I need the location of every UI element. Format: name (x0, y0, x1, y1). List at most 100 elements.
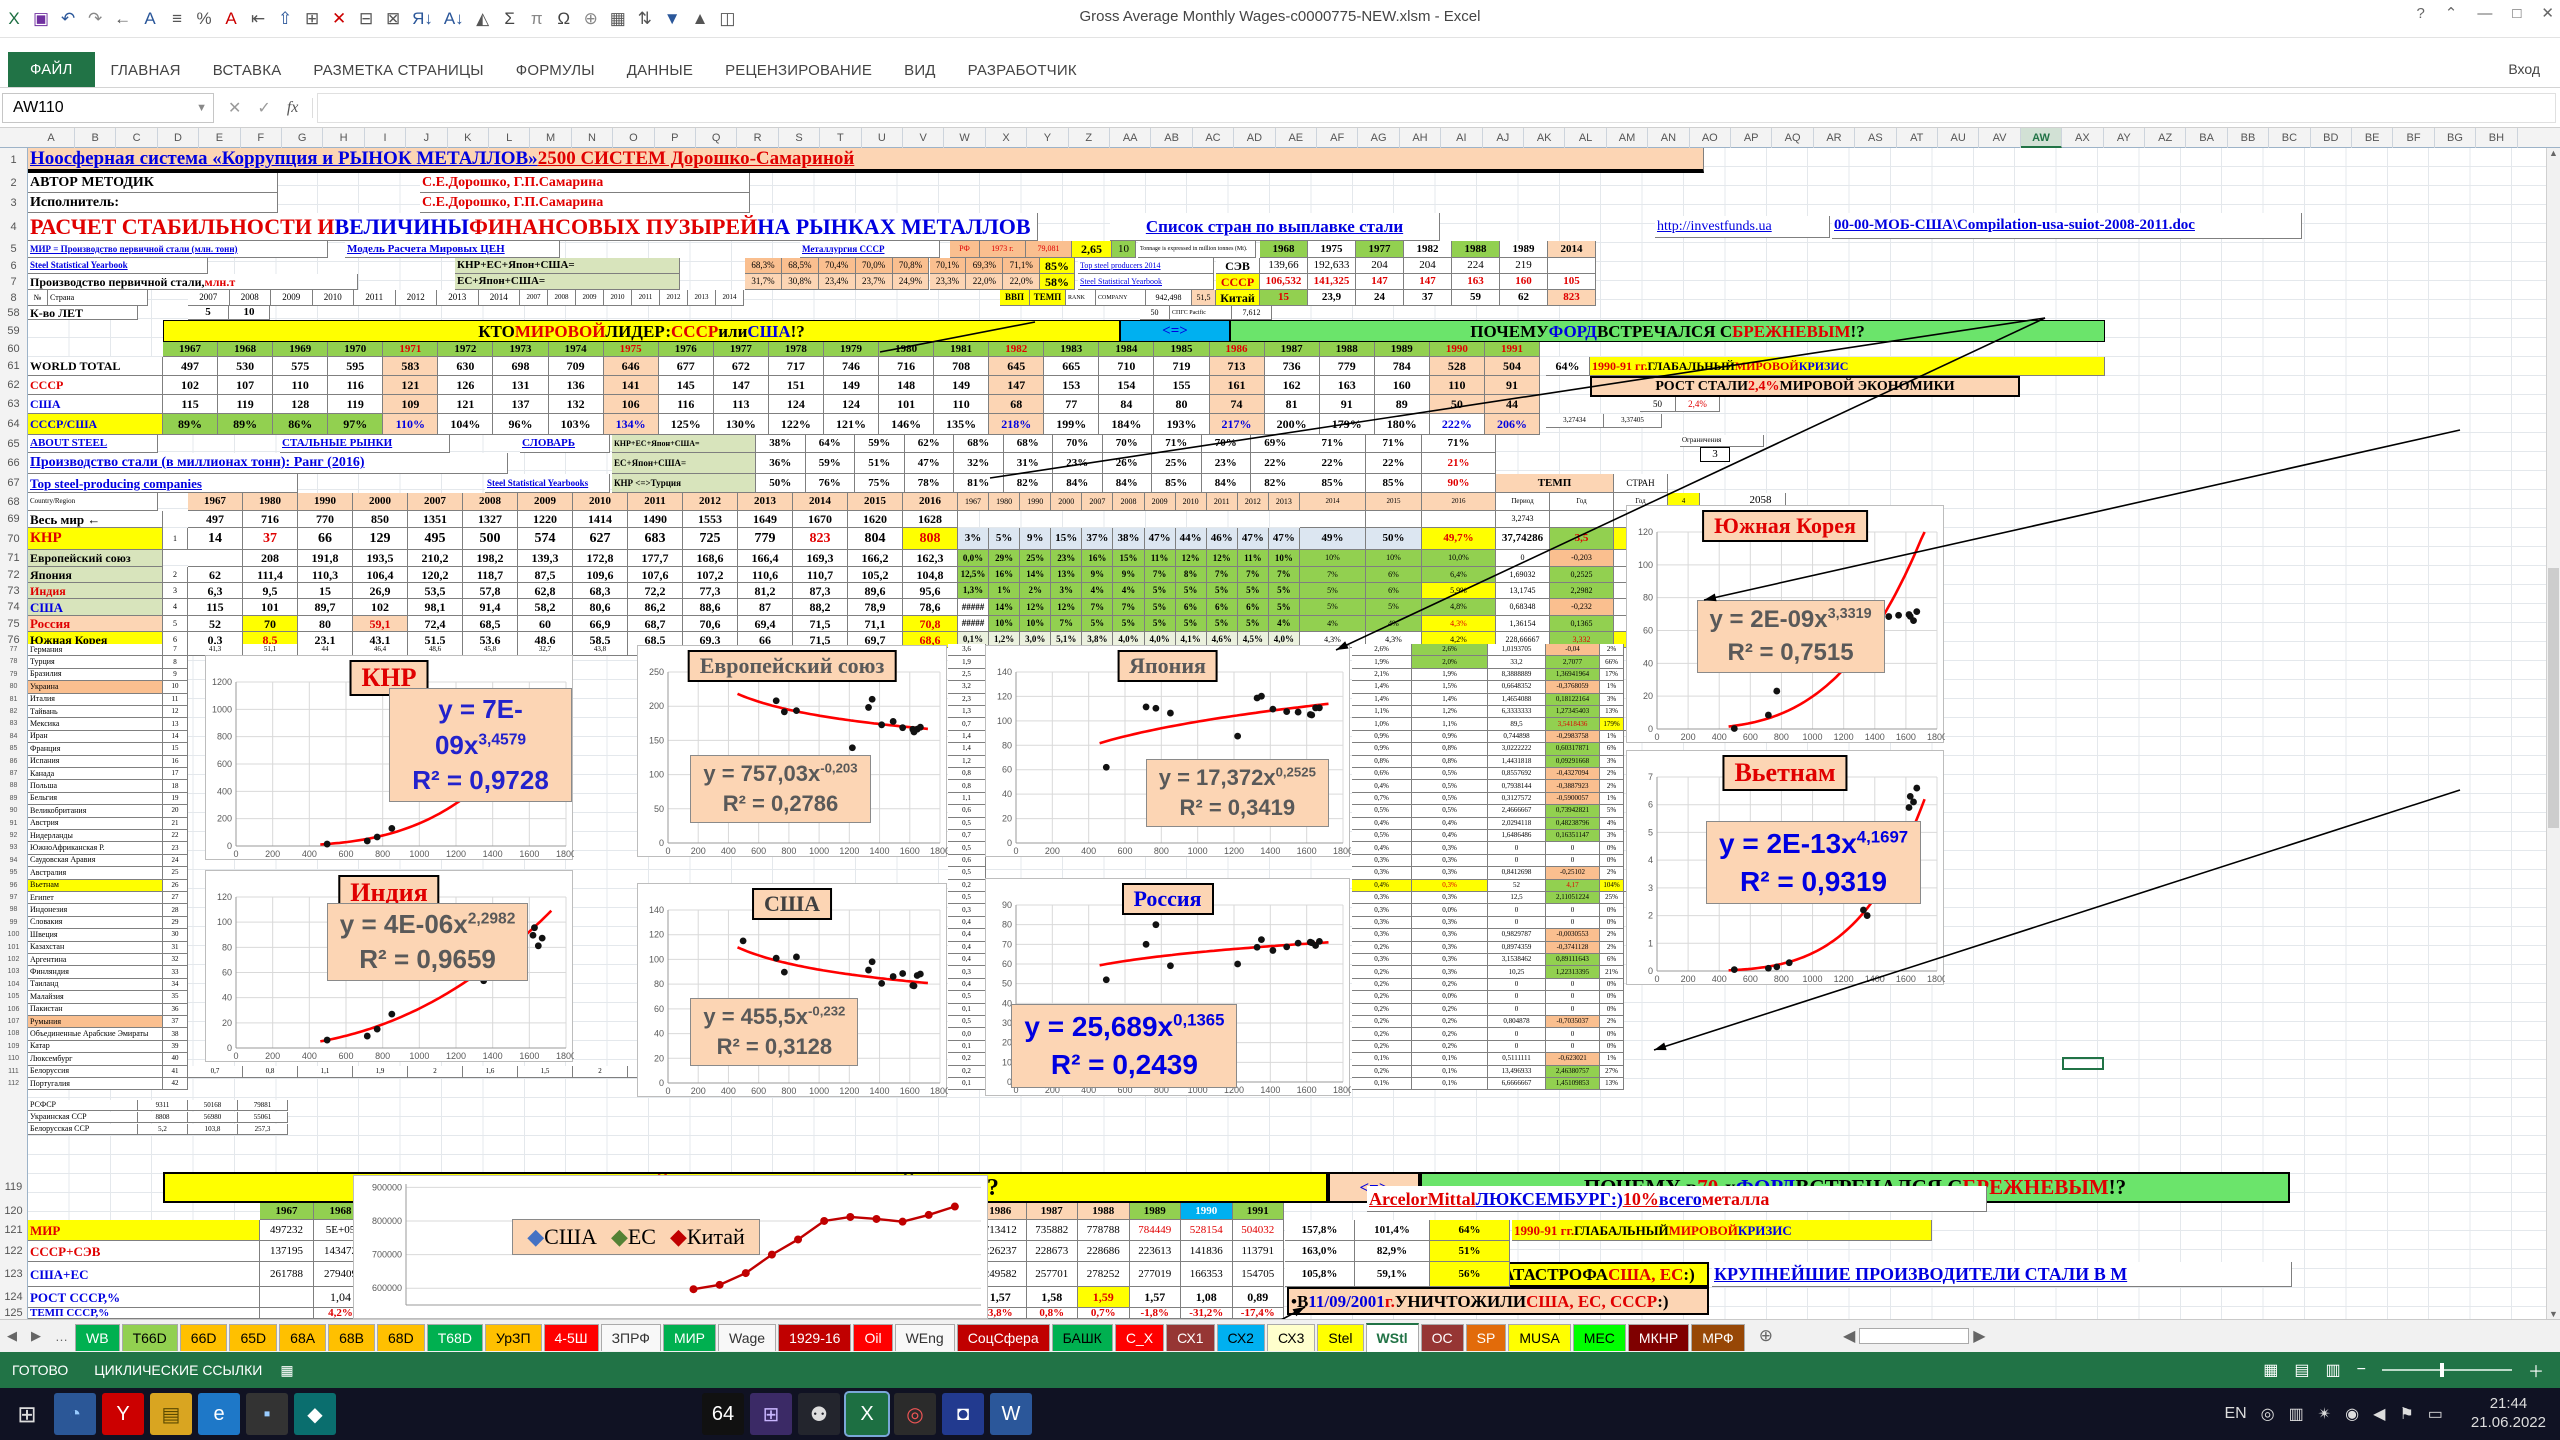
about-steel[interactable]: ABOUT STEEL (28, 435, 158, 453)
row-header-59[interactable]: 59 (0, 320, 27, 342)
column-header-U[interactable]: U (862, 128, 903, 148)
sheet-tab-СХ3[interactable]: СХ3 (1267, 1324, 1315, 1351)
sheet-tab-65D[interactable]: 65D (229, 1324, 277, 1351)
ssy2[interactable]: Steel Statistical Yearbook (1078, 274, 1214, 290)
sheet-tab-4-5Ш[interactable]: 4-5Ш (544, 1324, 599, 1351)
column-header-I[interactable]: I (365, 128, 406, 148)
column-header-AD[interactable]: AD (1234, 128, 1275, 148)
sheet-tab-1929-16[interactable]: 1929-16 (778, 1324, 851, 1351)
row-header-125[interactable]: 125 (0, 1308, 27, 1319)
column-headers[interactable]: ABCDEFGHIJKLMNOPQRSTUVWXYZAAABACADAEAFAG… (0, 128, 2560, 148)
tray-icon[interactable]: ✴ (2318, 1404, 2331, 1424)
row-header-74[interactable]: 74 (0, 599, 27, 616)
row-header-71[interactable]: 71 (0, 550, 27, 567)
sheet-tab-68D[interactable]: 68D (377, 1324, 425, 1351)
row-header-62[interactable]: 62 (0, 376, 27, 395)
zoom-slider-thumb[interactable] (2440, 1363, 2444, 1377)
row-header-58[interactable]: 58 (0, 306, 27, 320)
ribbon-tab-РЕЦЕНЗИРОВАНИЕ[interactable]: РЕЦЕНЗИРОВАНИЕ (709, 54, 888, 87)
row-header-80[interactable]: 80 (0, 681, 27, 693)
language-indicator[interactable]: EN (2224, 1405, 2246, 1423)
column-header-AC[interactable]: AC (1193, 128, 1234, 148)
column-header-A[interactable]: A (28, 128, 75, 148)
sheet-tab-WEng[interactable]: WEng (895, 1324, 955, 1351)
active-cell[interactable] (2062, 1057, 2104, 1070)
row-header-89[interactable]: 89 (0, 793, 27, 805)
sheet-tab-МИР[interactable]: МИР (663, 1324, 716, 1351)
row-header-88[interactable]: 88 (0, 780, 27, 792)
column-header-C[interactable]: C (116, 128, 157, 148)
minimize-button[interactable]: — (2477, 5, 2492, 22)
row-headers[interactable]: 1234567858596061626364656667686970717273… (0, 148, 28, 1319)
ribbon-tab-РАЗМЕТКА СТРАНИЦЫ[interactable]: РАЗМЕТКА СТРАНИЦЫ (297, 54, 499, 87)
row-header-108[interactable]: 108 (0, 1028, 27, 1040)
ribbon-tab-ФОРМУЛЫ[interactable]: ФОРМУЛЫ (500, 54, 611, 87)
row-header-63[interactable]: 63 (0, 395, 27, 414)
sheet-tab-68B[interactable]: 68B (328, 1324, 375, 1351)
column-header-AL[interactable]: AL (1565, 128, 1606, 148)
formula-input[interactable] (317, 93, 2556, 123)
row-header-92[interactable]: 92 (0, 830, 27, 842)
sheet-tab-СоцСфера[interactable]: СоцСфера (957, 1324, 1050, 1351)
column-header-P[interactable]: P (655, 128, 696, 148)
row-header-8[interactable]: 8 (0, 290, 27, 306)
row-header-79[interactable]: 79 (0, 669, 27, 681)
column-header-AJ[interactable]: AJ (1483, 128, 1524, 148)
sheet-tab-WB[interactable]: WB (75, 1324, 120, 1351)
column-header-V[interactable]: V (903, 128, 944, 148)
ssy1[interactable]: Steel Statistical Yearbook (28, 258, 208, 274)
sign-in[interactable]: Вход (2508, 61, 2540, 77)
row-header-120[interactable]: 120 (0, 1203, 27, 1220)
column-header-AO[interactable]: AO (1690, 128, 1731, 148)
column-header-AR[interactable]: AR (1814, 128, 1855, 148)
column-header-H[interactable]: H (323, 128, 364, 148)
column-header-BB[interactable]: BB (2228, 128, 2269, 148)
row-header-109[interactable]: 109 (0, 1041, 27, 1053)
clock[interactable]: 21:4421.06.2022 (2471, 1395, 2546, 1433)
ssy3[interactable]: Steel Statistical Yearbooks (485, 474, 610, 493)
zoom-slider[interactable] (2382, 1369, 2512, 1371)
st-rynki[interactable]: СТАЛЬНЫЕ РЫНКИ (280, 435, 450, 453)
taskbar-app-icon[interactable]: ◎ (894, 1393, 936, 1435)
column-header-BH[interactable]: BH (2476, 128, 2517, 148)
taskbar-app-icon[interactable]: Y (102, 1393, 144, 1435)
taskbar-app-icon[interactable]: 64 (702, 1393, 744, 1435)
formula-btn-icon[interactable]: ✓ (257, 98, 270, 118)
column-header-AZ[interactable]: AZ (2145, 128, 2186, 148)
model[interactable]: Модель Расчета Мировых ЦЕН (345, 241, 560, 258)
column-header-AE[interactable]: AE (1276, 128, 1317, 148)
column-header-AN[interactable]: AN (1648, 128, 1689, 148)
sheet-tab-С_Х[interactable]: С_Х (1115, 1324, 1164, 1351)
vertical-scrollbar-thumb[interactable] (2548, 568, 2559, 828)
url1[interactable]: http://investfunds.ua (1655, 216, 1830, 238)
row-header-61[interactable]: 61 (0, 357, 27, 376)
column-header-M[interactable]: M (530, 128, 571, 148)
tray-icon[interactable]: ⚑ (2399, 1404, 2413, 1424)
column-header-AP[interactable]: AP (1731, 128, 1772, 148)
column-header-B[interactable]: B (75, 128, 116, 148)
tray-icon[interactable]: ◎ (2261, 1404, 2275, 1424)
column-header-X[interactable]: X (986, 128, 1027, 148)
top2014[interactable]: Top steel producers 2014 (1078, 258, 1214, 274)
view-mode-icon[interactable]: ▤ (2294, 1360, 2309, 1380)
taskbar-app-icon[interactable]: X (846, 1393, 888, 1435)
row-header-110[interactable]: 110 (0, 1053, 27, 1065)
close-button[interactable]: ✕ (2541, 4, 2554, 22)
row-header-105[interactable]: 105 (0, 991, 27, 1003)
sheet-tab-МРФ[interactable]: МРФ (1691, 1324, 1745, 1351)
ribbon-tab-ДАННЫЕ[interactable]: ДАННЫЕ (611, 54, 709, 87)
row-header-78[interactable]: 78 (0, 656, 27, 668)
zoom-out-icon[interactable]: − (2357, 1361, 2366, 1379)
row-header-106[interactable]: 106 (0, 1004, 27, 1016)
scroll-down-icon[interactable]: ▼ (2547, 1309, 2560, 1319)
maximize-button[interactable]: □ (2512, 5, 2521, 22)
row-header-112[interactable]: 112 (0, 1078, 27, 1090)
view-mode-icon[interactable]: ▥ (2326, 1360, 2341, 1380)
row-header-73[interactable]: 73 (0, 583, 27, 599)
sheet-tab-68A[interactable]: 68A (279, 1324, 326, 1351)
column-header-AI[interactable]: AI (1441, 128, 1482, 148)
sheet-tab-МЕС[interactable]: МЕС (1573, 1324, 1626, 1351)
row-header-66[interactable]: 66 (0, 453, 27, 474)
row-header-100[interactable]: 100 (0, 929, 27, 941)
row-header-64[interactable]: 64 (0, 414, 27, 435)
